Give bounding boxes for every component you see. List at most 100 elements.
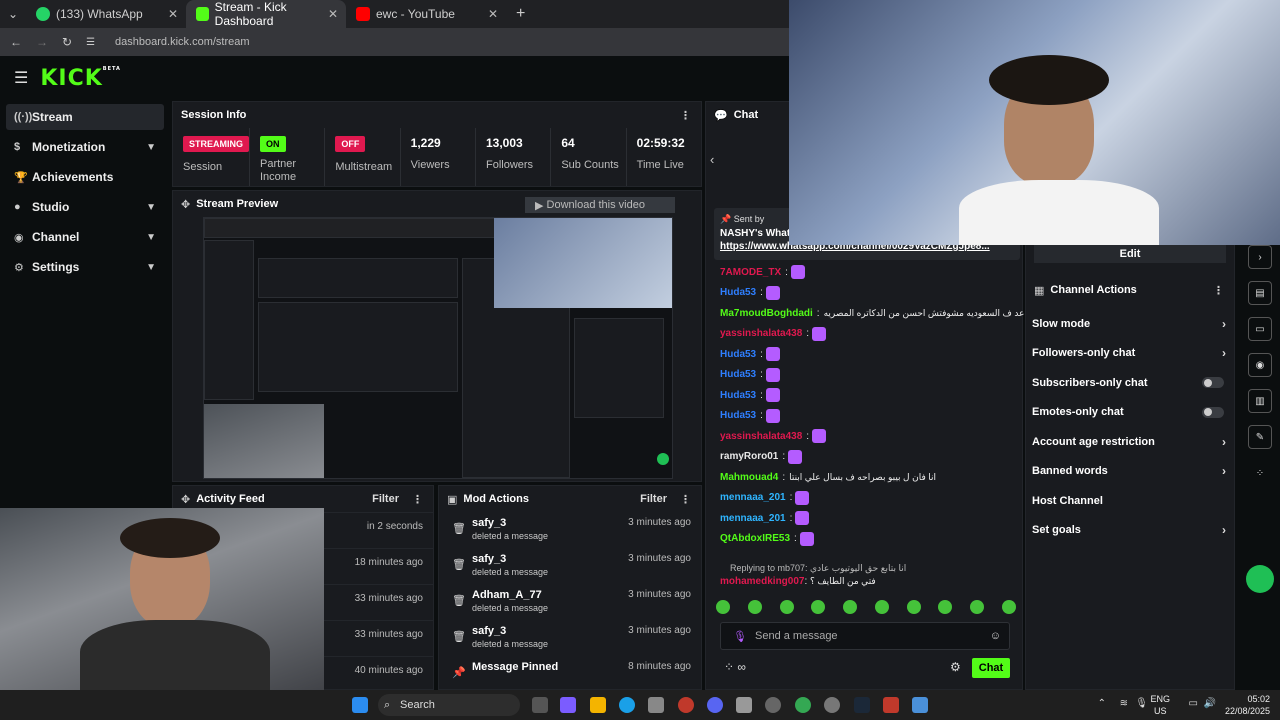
wifi-icon[interactable]: ≋: [1120, 698, 1128, 709]
support-icon[interactable]: [1246, 565, 1274, 593]
chat-message[interactable]: mennaaa_201:: [706, 488, 1024, 509]
emote-icon[interactable]: [1001, 600, 1016, 614]
app-icon[interactable]: [736, 697, 752, 713]
channel-action-subscribers-only-chat[interactable]: Subscribers-only chat: [1026, 368, 1234, 398]
close-tab-icon[interactable]: ✕: [328, 7, 338, 21]
chat-message[interactable]: yassinshalata438:: [706, 426, 1024, 447]
more-options-icon[interactable]: ⋮: [680, 109, 691, 122]
move-handle-icon[interactable]: ✥: [181, 198, 190, 211]
chevron-left-icon[interactable]: ‹: [710, 152, 714, 167]
chat-message[interactable]: mennaaa_201:: [706, 508, 1024, 529]
chat-message[interactable]: yassinshalata438:: [706, 324, 1024, 345]
chat-message[interactable]: mohamedking007: فتي من الطايف ؟: [720, 576, 876, 587]
emote-icon[interactable]: [716, 600, 730, 614]
chat-input[interactable]: 🎙 Send a message ☺: [720, 622, 1010, 650]
chat-message[interactable]: Mahmouad4: انا فان ل بيبو بصراحه ف بسال ع…: [706, 467, 1024, 488]
reload-icon[interactable]: ↻: [62, 35, 72, 49]
emote-icon[interactable]: [970, 600, 985, 614]
chat-icon[interactable]: ▭: [1248, 317, 1272, 341]
back-icon[interactable]: ←: [10, 35, 22, 49]
toggle-switch[interactable]: [1202, 377, 1224, 389]
tab-search-button[interactable]: ⌄: [0, 7, 26, 21]
gear-icon[interactable]: ⚙: [950, 660, 961, 674]
chat-username[interactable]: Huda53: [720, 390, 756, 401]
emote-icon[interactable]: [874, 600, 889, 614]
chat-message[interactable]: Ma7moudBoghdadi: انا قاعد ف السعوديه مشوف…: [706, 303, 1024, 324]
close-tab-icon[interactable]: ✕: [168, 7, 178, 21]
sidebar-item-stream[interactable]: ((·)) Stream: [6, 104, 164, 130]
chat-username[interactable]: mennaaa_201: [720, 492, 786, 503]
app-icon[interactable]: [678, 697, 694, 713]
store-icon[interactable]: [648, 697, 664, 713]
close-tab-icon[interactable]: ✕: [488, 7, 498, 21]
sidebar-item-settings[interactable]: ⚙ Settings ▼: [6, 254, 164, 280]
steam-icon[interactable]: [854, 697, 870, 713]
url-field[interactable]: dashboard.kick.com/stream: [115, 36, 250, 48]
chrome-icon[interactable]: [795, 697, 811, 713]
chat-message[interactable]: 7AMODE_TX:: [706, 262, 1024, 283]
system-clock[interactable]: 05:02 22/08/2025: [1225, 693, 1270, 717]
chat-username[interactable]: Huda53: [720, 410, 756, 421]
channel-action-set-goals[interactable]: Set goals ›: [1026, 516, 1234, 546]
edge-icon[interactable]: [619, 697, 635, 713]
chat-message[interactable]: ramyRoro01:: [706, 447, 1024, 468]
task-view-icon[interactable]: [532, 697, 548, 713]
toggle-switch[interactable]: [1202, 406, 1224, 418]
tab-whatsapp[interactable]: (133) WhatsApp ✕: [26, 0, 186, 28]
chat-username[interactable]: mennaaa_201: [720, 513, 786, 524]
activity-filter-button[interactable]: Filter: [372, 493, 399, 505]
apps-icon[interactable]: ⁘: [1248, 461, 1272, 485]
chat-username[interactable]: Huda53: [720, 349, 756, 360]
language-indicator[interactable]: ENG US: [1150, 693, 1170, 717]
sidebar-item-studio[interactable]: ● Studio ▼: [6, 194, 164, 220]
tab-youtube[interactable]: ewc - YouTube ✕: [346, 0, 506, 28]
chat-message[interactable]: Huda53:: [706, 344, 1024, 365]
edit-button[interactable]: Edit: [1034, 245, 1226, 263]
new-tab-button[interactable]: +: [516, 5, 525, 23]
tab-kick-dashboard[interactable]: Stream - Kick Dashboard ✕: [186, 0, 346, 28]
chat-message[interactable]: Huda53:: [706, 283, 1024, 304]
taskbar-search[interactable]: ⌕ Search: [378, 694, 520, 716]
channel-action-emotes-only-chat[interactable]: Emotes-only chat: [1026, 398, 1234, 428]
emote-icon[interactable]: [747, 600, 762, 614]
chat-username[interactable]: Mahmouad4: [720, 472, 778, 483]
site-info-icon[interactable]: ☰: [86, 37, 95, 48]
forward-icon[interactable]: →: [36, 35, 48, 49]
download-video-button[interactable]: ▶ Download this video: [525, 197, 675, 213]
more-options-icon[interactable]: ⋮: [412, 493, 423, 506]
chat-message[interactable]: QtAbdoxIRE53:: [706, 529, 1024, 550]
chat-username[interactable]: Huda53: [720, 369, 756, 380]
mod-action-row[interactable]: 🗑 safy_3 deleted a message 3 minutes ago: [439, 512, 701, 548]
mod-action-row[interactable]: 📌 Message Pinned 8 minutes ago: [439, 656, 701, 692]
chat-username[interactable]: Ma7moudBoghdadi: [720, 308, 813, 319]
move-handle-icon[interactable]: ✥: [181, 493, 190, 506]
channel-action-banned-words[interactable]: Banned words ›: [1026, 457, 1234, 487]
emote-icon[interactable]: [938, 600, 953, 614]
mod-action-row[interactable]: 🗑 Adham_A_77 deleted a message 3 minutes ag…: [439, 584, 701, 620]
sidebar-item-channel[interactable]: ◉ Channel ▼: [6, 224, 164, 250]
chat-message[interactable]: Huda53:: [706, 406, 1024, 427]
discord-icon[interactable]: [707, 697, 723, 713]
calculator-icon[interactable]: [912, 697, 928, 713]
chat-username[interactable]: 7AMODE_TX: [720, 267, 781, 278]
chat-username[interactable]: yassinshalata438: [720, 431, 802, 442]
emote-icon[interactable]: [811, 600, 826, 614]
obs-icon[interactable]: [765, 697, 781, 713]
wrench-icon[interactable]: ✎: [1248, 425, 1272, 449]
mod-action-row[interactable]: 🗑 safy_3 deleted a message 3 minutes ago: [439, 620, 701, 656]
chat-username[interactable]: yassinshalata438: [720, 328, 802, 339]
chat-message[interactable]: Huda53:: [706, 365, 1024, 386]
chat-message[interactable]: Huda53:: [706, 385, 1024, 406]
sidebar-item-achievements[interactable]: 🏆 Achievements: [6, 164, 164, 190]
more-options-icon[interactable]: ⋮: [680, 493, 691, 506]
channel-action-followers-only-chat[interactable]: Followers-only chat ›: [1026, 339, 1234, 369]
mic-icon[interactable]: 🎙: [733, 630, 747, 643]
network-icon[interactable]: ▭: [1189, 698, 1198, 709]
chat-username[interactable]: QtAbdoxIRE53: [720, 533, 790, 544]
app-icon[interactable]: [883, 697, 899, 713]
emote-icon[interactable]: [906, 600, 921, 614]
channel-action-account-age-restriction[interactable]: Account age restriction ›: [1026, 427, 1234, 457]
kick-logo[interactable]: KICKBETA: [40, 66, 121, 91]
more-options-icon[interactable]: ⋮: [1213, 284, 1224, 297]
chat-tools-icon[interactable]: ⁘ ∞: [724, 660, 746, 674]
